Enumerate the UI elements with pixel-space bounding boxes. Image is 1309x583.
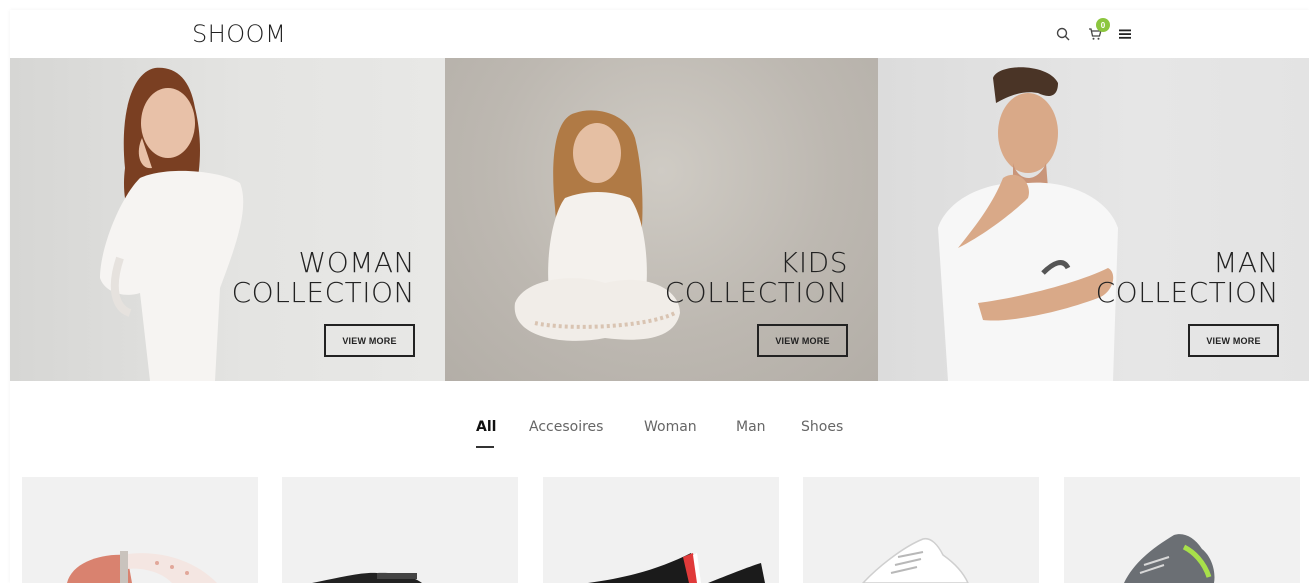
kids-view-more-button[interactable]: VIEW MORE: [757, 324, 848, 357]
striped-shoe-image: [588, 553, 765, 583]
header-icons: 0: [1053, 18, 1135, 44]
man-model-image: [938, 67, 1118, 381]
man-collection-banner[interactable]: MAN COLLECTION VIEW MORE: [878, 58, 1309, 381]
product-card[interactable]: [22, 477, 258, 583]
site-logo[interactable]: SHOOM: [192, 20, 286, 48]
tab-accesoires[interactable]: Accesoires: [529, 419, 603, 435]
grey-sneaker-image: [1124, 534, 1215, 583]
woman-collection-title: WOMAN COLLECTION: [231, 246, 415, 309]
product-filter-tabs: All Accesoires Woman Man Shoes: [10, 419, 1309, 459]
tab-man[interactable]: Man: [736, 419, 766, 435]
kids-collection-banner[interactable]: KIDS COLLECTION VIEW MORE: [445, 58, 878, 381]
woman-collection-banner[interactable]: WOMAN COLLECTION VIEW MORE: [10, 58, 445, 381]
tab-shoes[interactable]: Shoes: [801, 419, 843, 435]
search-icon[interactable]: [1053, 24, 1073, 44]
site-header: SHOOM 0: [10, 10, 1309, 58]
product-card[interactable]: [543, 477, 779, 583]
page: SHOOM 0 WOMAN COLLECTION VIEW MORE KIDS …: [10, 10, 1309, 583]
tab-woman[interactable]: Woman: [644, 419, 697, 435]
belt-image: [67, 551, 217, 583]
menu-icon[interactable]: [1115, 24, 1135, 44]
kids-collection-title: KIDS COLLECTION: [664, 246, 848, 309]
man-collection-title: MAN COLLECTION: [1095, 246, 1279, 309]
man-view-more-button[interactable]: VIEW MORE: [1188, 324, 1279, 357]
product-card[interactable]: [803, 477, 1039, 583]
active-tab-indicator: [476, 446, 494, 448]
tab-all[interactable]: All: [476, 419, 496, 435]
black-shoe-image: [312, 572, 422, 583]
white-sneaker-image: [861, 537, 969, 583]
woman-model-image: [100, 67, 244, 381]
cart-count-badge: 0: [1096, 18, 1110, 32]
kids-model-image: [514, 110, 680, 341]
cart-button[interactable]: 0: [1085, 18, 1110, 44]
woman-view-more-button[interactable]: VIEW MORE: [324, 324, 415, 357]
product-card[interactable]: [1064, 477, 1300, 583]
product-card[interactable]: [282, 477, 518, 583]
collection-banners: WOMAN COLLECTION VIEW MORE KIDS COLLECTI…: [10, 58, 1309, 381]
product-grid: [22, 477, 1302, 583]
